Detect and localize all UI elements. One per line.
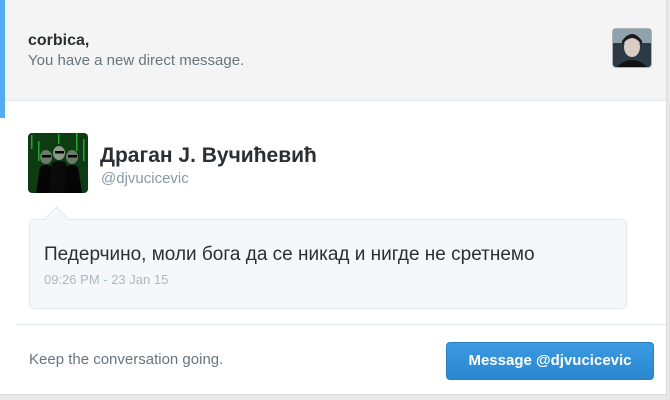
notification-text: You have a new direct message. [28, 52, 245, 69]
sender-name[interactable]: Драган J. Вучићевић [100, 144, 317, 168]
footer-divider [16, 324, 666, 325]
accent-bar [0, 0, 5, 118]
sender-handle[interactable]: @djvucicevic [101, 170, 189, 187]
message-sender-button[interactable]: Message @djvucicevic [446, 342, 654, 380]
message-timestamp: 09:26 PM - 23 Jan 15 [44, 272, 169, 287]
sender-avatar[interactable] [28, 133, 88, 193]
recipient-greeting: corbica, [28, 32, 90, 49]
recipient-avatar[interactable] [612, 28, 652, 68]
footer-prompt: Keep the conversation going. [29, 351, 224, 368]
dm-notification-card: corbica, You have a new direct message. [0, 0, 667, 395]
notification-header: corbica, You have a new direct message. [0, 0, 666, 118]
message-text: Педерчино, моли бога да се никад и нигде… [44, 244, 535, 265]
